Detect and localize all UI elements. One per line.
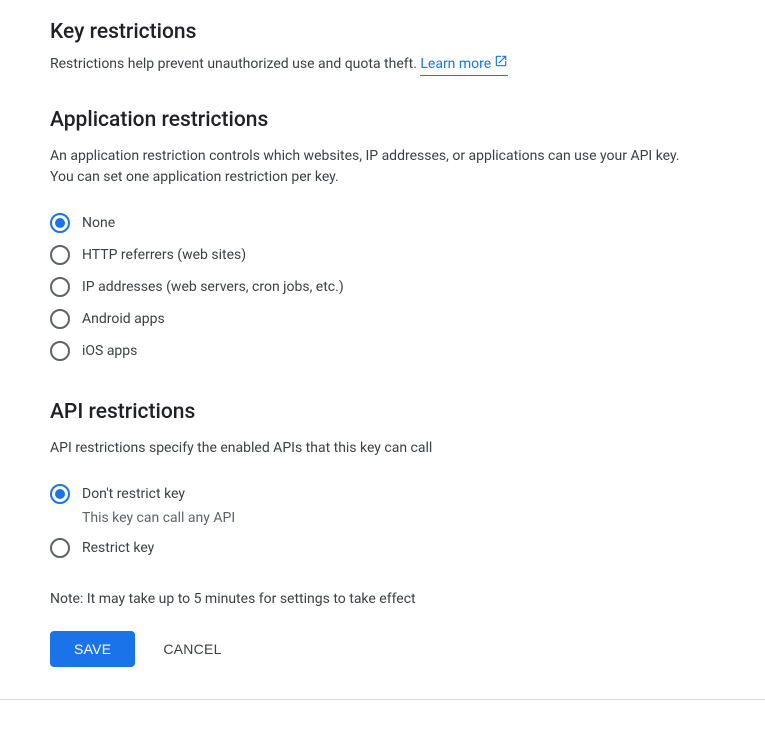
divider	[0, 699, 765, 700]
api-restrictions-title: API restrictions	[50, 400, 765, 424]
radio-label: Restrict key	[82, 538, 154, 558]
radio-icon	[50, 538, 70, 558]
learn-more-link[interactable]: Learn more	[420, 54, 508, 76]
radio-option-none[interactable]: None	[50, 208, 765, 240]
radio-option-android-apps[interactable]: Android apps	[50, 304, 765, 336]
radio-icon	[50, 341, 70, 361]
radio-icon	[50, 245, 70, 265]
radio-label: Don't restrict key This key can call any…	[82, 484, 235, 528]
application-restrictions-desc: An application restriction controls whic…	[50, 146, 690, 188]
radio-label: IP addresses (web servers, cron jobs, et…	[82, 277, 344, 297]
external-link-icon	[494, 54, 508, 75]
api-restrictions-radio-list: Don't restrict key This key can call any…	[50, 479, 765, 565]
radio-sublabel: This key can call any API	[82, 508, 235, 528]
radio-option-ip-addresses[interactable]: IP addresses (web servers, cron jobs, et…	[50, 272, 765, 304]
radio-icon	[50, 484, 70, 504]
radio-icon	[50, 277, 70, 297]
settings-delay-note: Note: It may take up to 5 minutes for se…	[50, 591, 765, 607]
cancel-button[interactable]: Cancel	[155, 631, 229, 667]
api-restrictions-section: API restrictions API restrictions specif…	[50, 400, 765, 667]
key-restrictions-desc: Restrictions help prevent unauthorized u…	[50, 54, 690, 76]
radio-label: Android apps	[82, 309, 165, 329]
save-button[interactable]: Save	[50, 631, 135, 667]
key-restrictions-section: Key restrictions Restrictions help preve…	[50, 20, 765, 76]
radio-option-dont-restrict-key[interactable]: Don't restrict key This key can call any…	[50, 479, 765, 533]
application-restrictions-section: Application restrictions An application …	[50, 108, 765, 368]
radio-label: iOS apps	[82, 341, 137, 361]
radio-icon	[50, 309, 70, 329]
radio-option-ios-apps[interactable]: iOS apps	[50, 336, 765, 368]
application-restrictions-radio-list: None HTTP referrers (web sites) IP addre…	[50, 208, 765, 368]
radio-option-restrict-key[interactable]: Restrict key	[50, 533, 765, 565]
radio-icon	[50, 213, 70, 233]
api-restrictions-desc: API restrictions specify the enabled API…	[50, 438, 690, 459]
radio-option-http-referrers[interactable]: HTTP referrers (web sites)	[50, 240, 765, 272]
key-restrictions-title: Key restrictions	[50, 20, 765, 44]
application-restrictions-title: Application restrictions	[50, 108, 765, 132]
radio-label: HTTP referrers (web sites)	[82, 245, 246, 265]
button-row: Save Cancel	[50, 631, 765, 667]
radio-label: None	[82, 213, 115, 233]
